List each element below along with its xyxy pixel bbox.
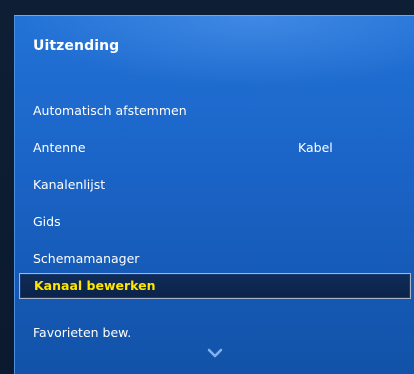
- menu-item-label: Antenne: [33, 140, 86, 155]
- broadcast-menu-panel: Uitzending Automatisch afstemmen Antenne…: [14, 15, 414, 374]
- menu-item-automatisch-afstemmen[interactable]: Automatisch afstemmen: [19, 98, 411, 124]
- menu-item-kanalenlijst[interactable]: Kanalenlijst: [19, 172, 411, 198]
- antenne-value: Kabel: [298, 140, 333, 155]
- menu-item-label: Kanaal bewerken: [34, 278, 156, 293]
- menu-item-antenne[interactable]: Antenne Kabel: [19, 135, 411, 161]
- menu-item-kanaal-bewerken[interactable]: Kanaal bewerken: [19, 273, 411, 299]
- chevron-down-icon[interactable]: [201, 347, 229, 361]
- menu-item-favorieten-bew[interactable]: Favorieten bew.: [19, 320, 411, 346]
- tv-screen: Uitzending Automatisch afstemmen Antenne…: [0, 0, 414, 374]
- menu-item-label: Automatisch afstemmen: [33, 103, 187, 118]
- menu-item-label: Kanalenlijst: [33, 177, 106, 192]
- menu-item-schemamanager[interactable]: Schemamanager: [19, 246, 411, 272]
- menu-item-label: Schemamanager: [33, 251, 140, 266]
- menu-item-gids[interactable]: Gids: [19, 209, 411, 235]
- menu-title: Uitzending: [33, 38, 120, 54]
- menu-item-label: Gids: [33, 214, 61, 229]
- menu-item-label: Favorieten bew.: [33, 325, 132, 340]
